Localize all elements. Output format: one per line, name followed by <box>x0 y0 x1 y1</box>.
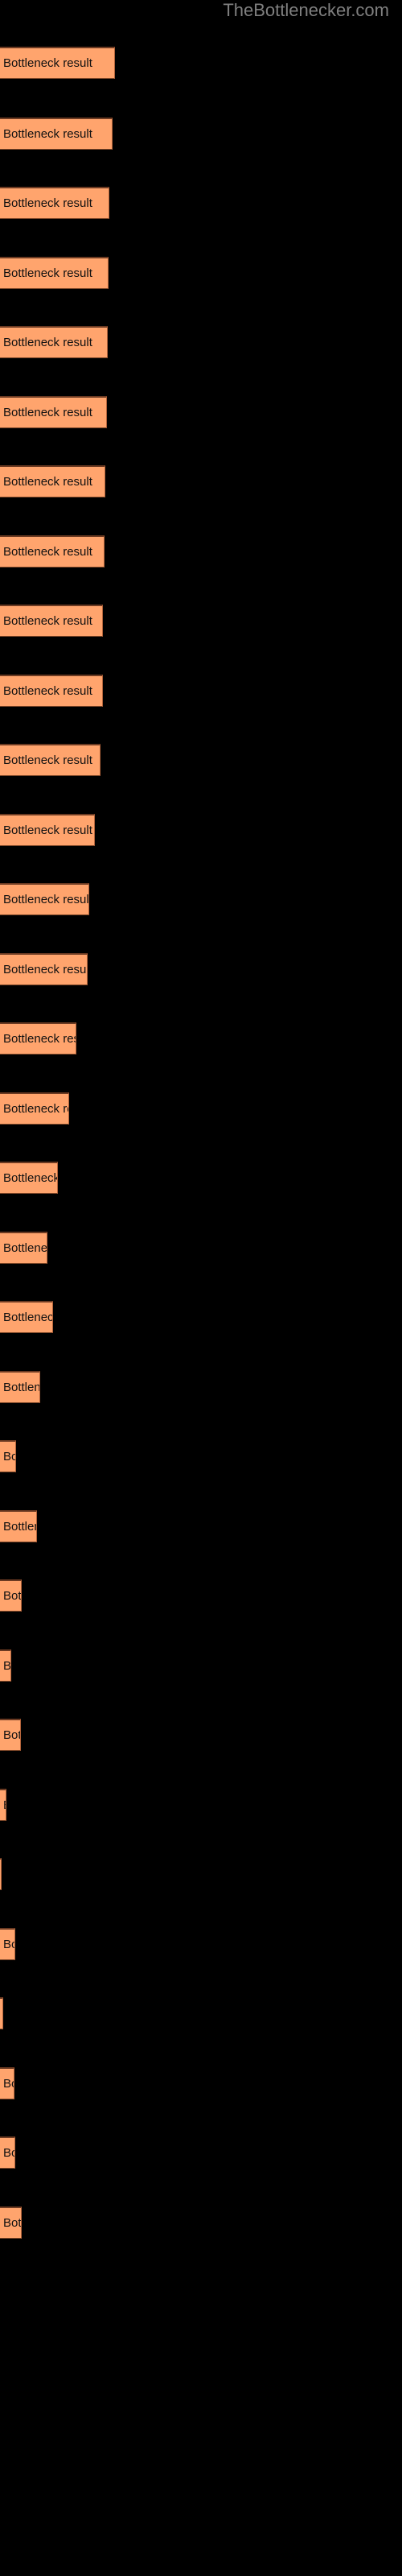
bar-2[interactable]: Bottleneck result <box>0 118 113 150</box>
bar-label: Bottleneck result <box>3 474 92 489</box>
bar-label: Bottleneck result <box>3 56 92 70</box>
bar-21[interactable]: Bottleneck result <box>0 1440 16 1472</box>
bar-label: Bottleneck result <box>3 1728 20 1742</box>
bar-label: Bottleneck result <box>3 126 92 141</box>
bar-31[interactable]: Bottleneck result <box>0 2136 15 2169</box>
bar-label: Bottleneck result <box>3 1519 36 1534</box>
bar-label: Bottleneck result <box>3 1241 47 1255</box>
bar-label: Bottleneck result <box>3 1658 11 1673</box>
site-watermark: TheBottlenecker.com <box>223 0 389 20</box>
bar-label: Bottleneck result <box>3 335 92 349</box>
bar-16[interactable]: Bottleneck result <box>0 1092 69 1125</box>
bar-32[interactable]: Bottleneck result <box>0 2207 22 2239</box>
bar-25[interactable]: Bottleneck result <box>0 1719 21 1751</box>
bar-label: Bottleneck result <box>3 613 92 628</box>
bar-5[interactable]: Bottleneck result <box>0 326 108 358</box>
bar-label: Bottleneck result <box>3 1937 14 1951</box>
bar-19[interactable]: Bottleneck result <box>0 1301 53 1333</box>
bar-label: Bottleneck result <box>3 1449 15 1463</box>
bar-label: Bottleneck result <box>3 2076 14 2091</box>
bar-6[interactable]: Bottleneck result <box>0 396 107 428</box>
chart-canvas: TheBottlenecker.com Bottleneck result Bot… <box>0 0 402 2576</box>
bar-30[interactable]: Bottleneck result <box>0 2067 14 2099</box>
bar-11[interactable]: Bottleneck result <box>0 744 100 776</box>
bar-15[interactable]: Bottleneck result <box>0 1022 76 1055</box>
bar-label: Bottleneck result <box>3 2215 22 2230</box>
bar-label: Bottleneck result <box>3 1101 68 1116</box>
bar-4[interactable]: Bottleneck result <box>0 257 109 289</box>
bar-label: Bottleneck result <box>3 405 92 419</box>
bar-26[interactable]: Bottleneck result <box>0 1789 6 1821</box>
bar-29[interactable]: Bottleneck result <box>0 1997 3 2029</box>
bar-label: Bottleneck result <box>3 1170 58 1185</box>
bar-20[interactable]: Bottleneck result <box>0 1371 40 1403</box>
bar-28[interactable]: Bottleneck result <box>0 1928 15 1960</box>
bar-label: Bottleneck result <box>3 1798 6 1812</box>
bar-10[interactable]: Bottleneck result <box>0 675 103 707</box>
bar-17[interactable]: Bottleneck result <box>0 1162 58 1194</box>
bar-label: Bottleneck result <box>3 683 92 698</box>
bar-label: Bottleneck result <box>3 823 92 837</box>
bar-label: Bottleneck result <box>3 753 92 767</box>
bar-8[interactable]: Bottleneck result <box>0 535 105 568</box>
bar-24[interactable]: Bottleneck result <box>0 1649 11 1682</box>
bar-27[interactable]: Bottleneck result <box>0 1858 2 1890</box>
bar-label: Bottleneck result <box>3 196 92 210</box>
bar-14[interactable]: Bottleneck result <box>0 953 88 985</box>
bar-1[interactable]: Bottleneck result <box>0 47 115 79</box>
bar-9[interactable]: Bottleneck result <box>0 605 103 637</box>
bar-7[interactable]: Bottleneck result <box>0 465 105 497</box>
bar-23[interactable]: Bottleneck result <box>0 1579 22 1612</box>
bar-label: Bottleneck result <box>3 892 89 906</box>
bar-label: Bottleneck result <box>3 2145 14 2160</box>
bar-3[interactable]: Bottleneck result <box>0 187 109 219</box>
bar-18[interactable]: Bottleneck result <box>0 1232 47 1264</box>
bar-label: Bottleneck result <box>3 1310 53 1324</box>
bar-label: Bottleneck result <box>3 266 92 280</box>
bar-13[interactable]: Bottleneck result <box>0 883 89 915</box>
bar-label: Bottleneck result <box>3 962 88 976</box>
bar-label: Bottleneck result <box>3 1031 76 1046</box>
bar-22[interactable]: Bottleneck result <box>0 1510 37 1542</box>
bar-label: Bottleneck result <box>3 1588 22 1603</box>
bar-12[interactable]: Bottleneck result <box>0 814 95 846</box>
bar-label: Bottleneck result <box>3 1380 40 1394</box>
bar-label: Bottleneck result <box>3 544 92 559</box>
